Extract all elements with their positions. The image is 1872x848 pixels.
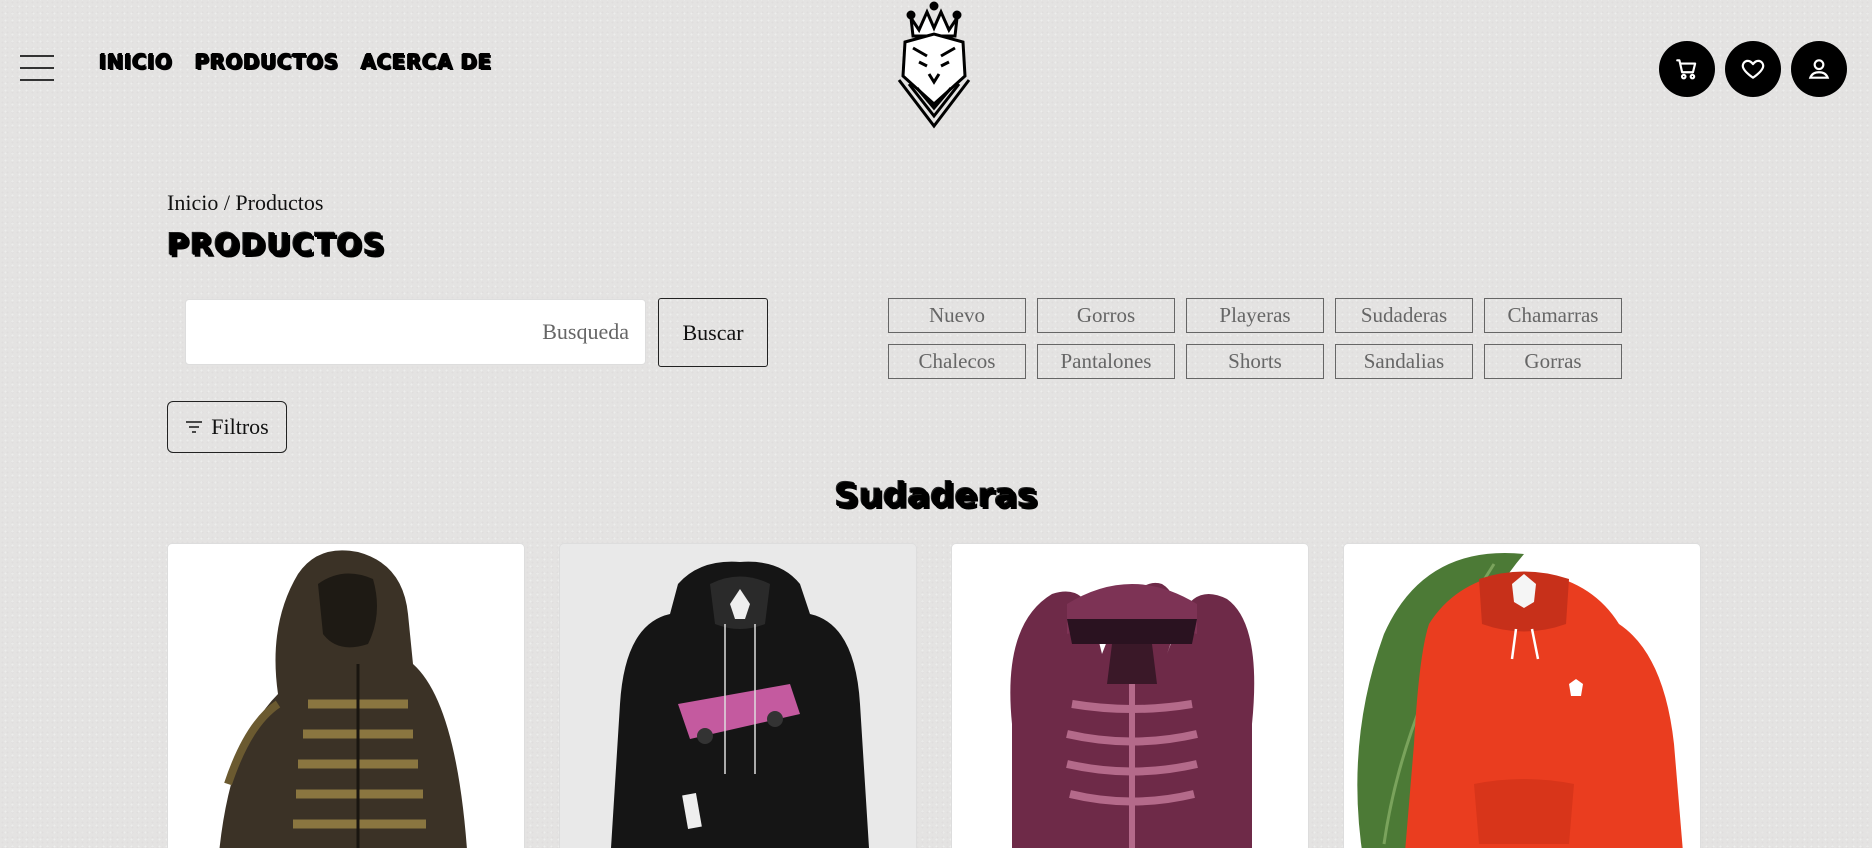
filter-icon	[186, 421, 203, 433]
account-button[interactable]	[1791, 41, 1847, 97]
product-image-red-hoodie	[1357, 553, 1683, 848]
cart-icon	[1676, 59, 1697, 80]
favorites-button[interactable]	[1725, 41, 1781, 97]
filters-label: Filtros	[211, 414, 269, 439]
product-image-maroon-skeleton-hoodie	[1010, 582, 1255, 848]
category-pantalones[interactable]: Pantalones	[1037, 344, 1175, 379]
category-sandalias[interactable]: Sandalias	[1335, 344, 1473, 379]
nav-inicio[interactable]: INICIO	[99, 50, 173, 74]
section-title: Sudaderas	[834, 476, 1038, 516]
search-input[interactable]	[185, 299, 646, 365]
product-card[interactable]	[167, 543, 525, 848]
nav-acerca-de[interactable]: ACERCA DE	[361, 50, 492, 74]
filters-button[interactable]: Filtros	[167, 401, 287, 453]
product-image-black-hoodie-lowrider	[611, 561, 869, 848]
category-gorras[interactable]: Gorras	[1484, 344, 1622, 379]
breadcrumb[interactable]: Inicio / Productos	[167, 190, 323, 216]
cart-button[interactable]	[1659, 41, 1715, 97]
category-filter-grid: Nuevo Gorros Playeras Sudaderas Chamarra…	[888, 298, 1622, 379]
product-grid	[167, 543, 1701, 848]
product-card[interactable]	[951, 543, 1309, 848]
page-title: PRODUCTOS	[167, 228, 386, 263]
category-playeras[interactable]: Playeras	[1186, 298, 1324, 333]
menu-icon[interactable]	[20, 53, 54, 83]
category-sudaderas[interactable]: Sudaderas	[1335, 298, 1473, 333]
category-gorros[interactable]: Gorros	[1037, 298, 1175, 333]
search-button[interactable]: Buscar	[658, 298, 768, 367]
category-nuevo[interactable]: Nuevo	[888, 298, 1026, 333]
main-nav: INICIO PRODUCTOS ACERCA DE	[99, 50, 492, 74]
heart-icon	[1741, 59, 1765, 79]
category-chalecos[interactable]: Chalecos	[888, 344, 1026, 379]
category-chamarras[interactable]: Chamarras	[1484, 298, 1622, 333]
product-card[interactable]	[1343, 543, 1701, 848]
category-shorts[interactable]: Shorts	[1186, 344, 1324, 379]
user-icon	[1808, 59, 1830, 79]
product-card[interactable]	[559, 543, 917, 848]
nav-productos[interactable]: PRODUCTOS	[195, 50, 339, 74]
site-header: INICIO PRODUCTOS ACERCA DE	[0, 0, 1872, 135]
brand-logo[interactable]	[889, 0, 979, 130]
product-image-camo-skeleton-hoodie	[219, 550, 467, 848]
